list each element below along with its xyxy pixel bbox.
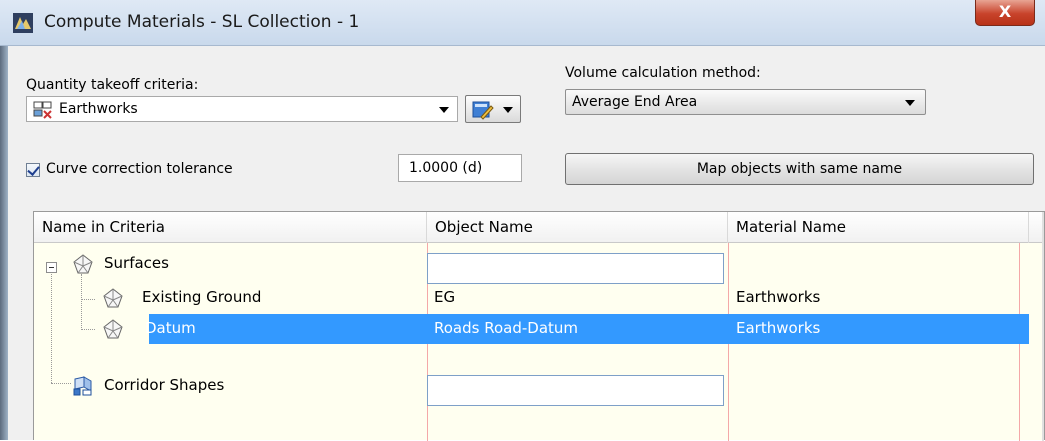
- volume-label: Volume calculation method:: [565, 65, 761, 81]
- surface-icon: [73, 254, 93, 274]
- map-objects-button[interactable]: Map objects with same name: [565, 153, 1034, 185]
- edit-criteria-button[interactable]: [465, 95, 521, 123]
- chevron-down-icon: [905, 100, 915, 106]
- title-bar[interactable]: Compute Materials - SL Collection - 1 X: [0, 0, 1045, 46]
- column-header-material[interactable]: Material Name: [728, 212, 1029, 243]
- tree-item-label[interactable]: Existing Ground: [142, 288, 261, 306]
- window-border: [0, 46, 8, 440]
- object-name-cell[interactable]: Roads Road-Datum: [434, 319, 578, 337]
- edit-criteria-icon: [472, 101, 494, 120]
- grid-scroll-edge: [1042, 212, 1044, 441]
- volume-method-value: Average End Area: [572, 94, 698, 110]
- curve-tolerance-value: 1.0000 (d): [409, 160, 483, 176]
- material-name-cell[interactable]: Earthworks: [736, 288, 820, 306]
- criteria-label: Quantity takeoff criteria:: [26, 77, 199, 93]
- grid-header: Name in Criteria Object Name Material Na…: [34, 212, 1044, 243]
- tree-line: [51, 266, 52, 383]
- dialog-body: Quantity takeoff criteria: Earthworks Vo…: [8, 46, 1045, 441]
- tree-item-label[interactable]: Corridor Shapes: [104, 376, 224, 394]
- criteria-value: Earthworks: [59, 101, 138, 117]
- tree-line: [81, 274, 82, 330]
- tree-line: [81, 329, 95, 330]
- curve-tolerance-input[interactable]: 1.0000 (d): [398, 154, 522, 182]
- object-name-cell[interactable]: EG: [434, 288, 455, 306]
- curve-correction-checkbox[interactable]: [26, 163, 40, 177]
- surface-icon: [103, 319, 123, 339]
- tree-line: [81, 299, 95, 300]
- surface-icon: [103, 288, 123, 308]
- volume-method-dropdown[interactable]: Average End Area: [565, 89, 926, 115]
- chevron-down-icon: [439, 107, 449, 113]
- column-header-name[interactable]: Name in Criteria: [34, 212, 427, 243]
- chevron-down-icon: [503, 107, 513, 113]
- window-title: Compute Materials - SL Collection - 1: [44, 12, 360, 32]
- object-name-cell[interactable]: [427, 375, 724, 406]
- materials-grid[interactable]: Name in Criteria Object Name Material Na…: [33, 211, 1045, 441]
- tree-line: [51, 383, 71, 384]
- column-header-object[interactable]: Object Name: [427, 212, 728, 243]
- object-name-cell[interactable]: [427, 253, 724, 284]
- collapse-icon[interactable]: [46, 262, 57, 273]
- criteria-icon: [33, 101, 52, 119]
- material-name-cell[interactable]: Earthworks: [736, 319, 820, 337]
- tree-item-label[interactable]: Datum: [145, 319, 196, 337]
- app-icon: [13, 13, 33, 33]
- tree-item-label[interactable]: Surfaces: [104, 254, 169, 272]
- corridor-shape-icon: [73, 376, 92, 396]
- close-button[interactable]: X: [975, 0, 1035, 26]
- curve-correction-label: Curve correction tolerance: [46, 161, 233, 177]
- criteria-dropdown[interactable]: Earthworks: [26, 96, 458, 122]
